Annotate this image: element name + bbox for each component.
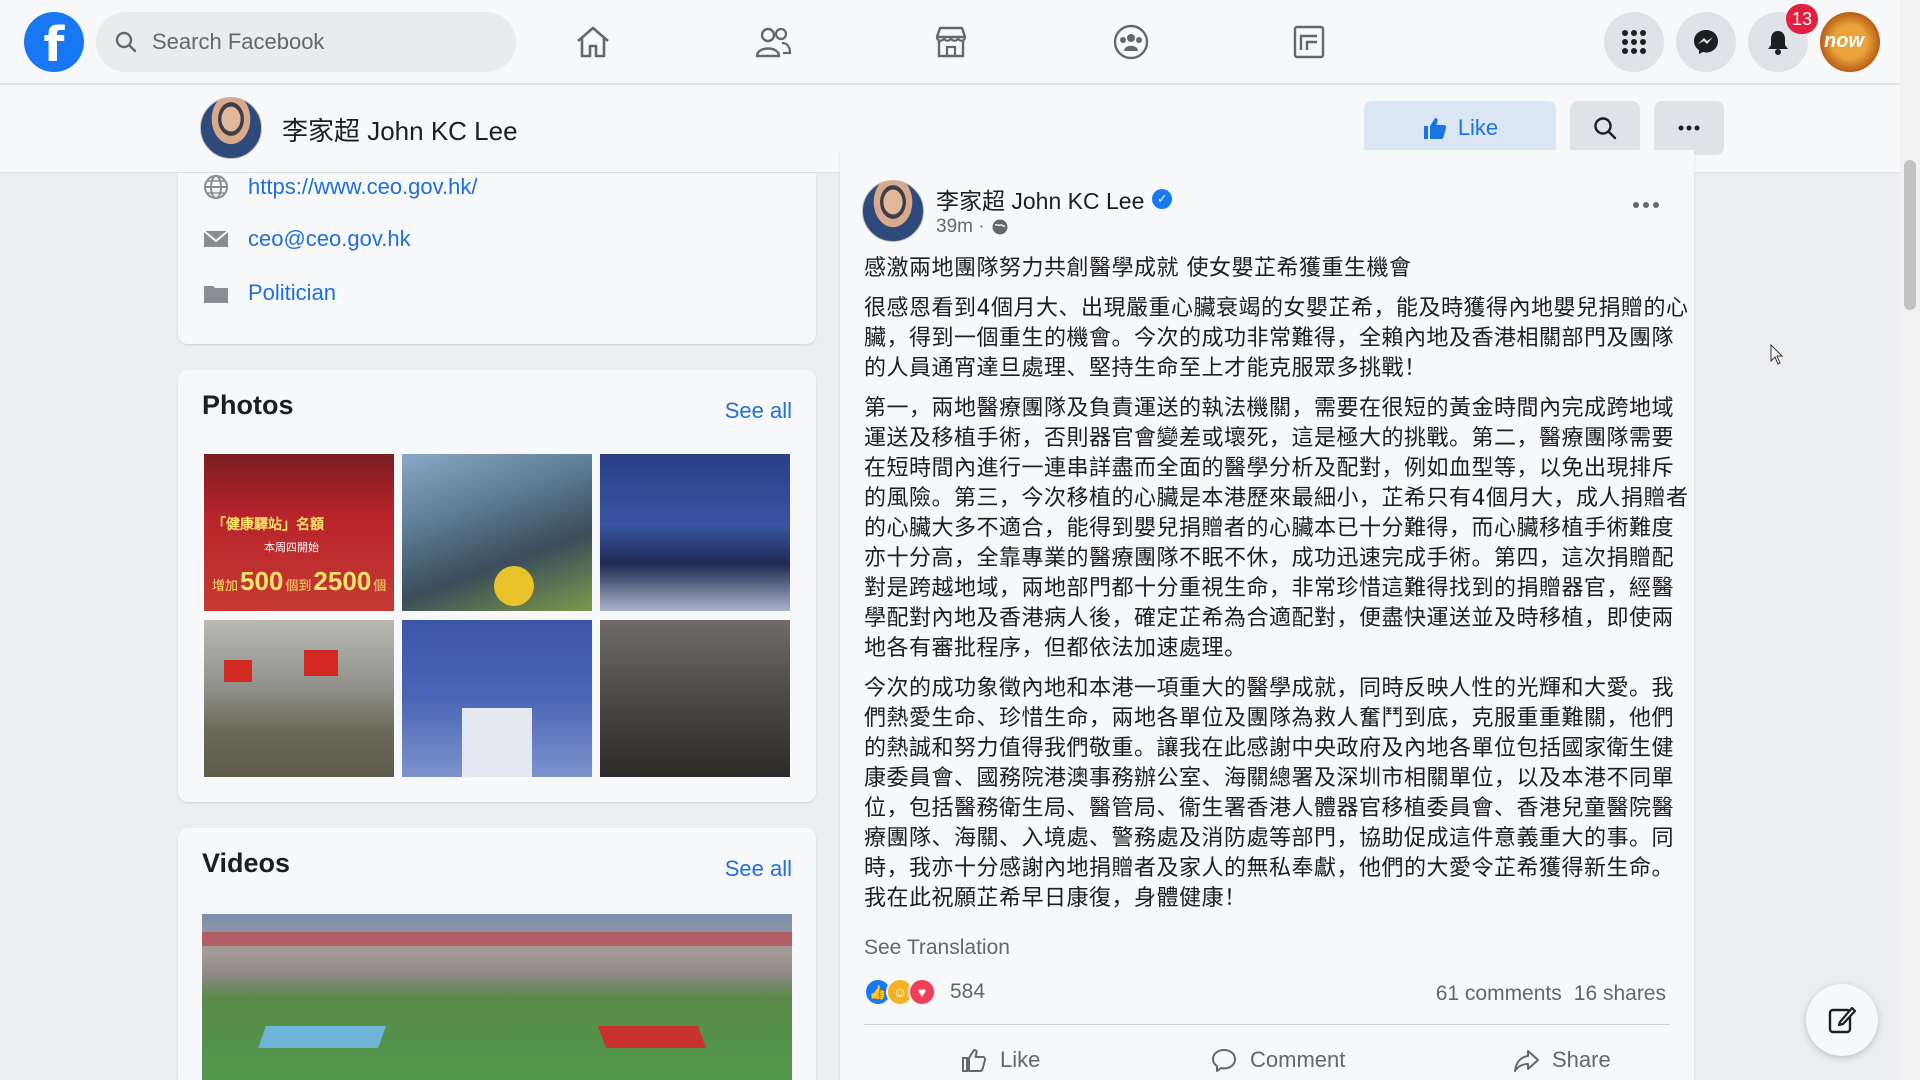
post-divider bbox=[864, 1024, 1670, 1025]
love-reaction-icon: ♥ bbox=[908, 978, 936, 1006]
photos-card: Photos See all 「健康驛站」名額 本周四開始 增加 500 個到 … bbox=[178, 370, 816, 802]
comment-icon bbox=[1212, 1049, 1236, 1072]
facebook-logo-icon[interactable]: f bbox=[24, 12, 84, 72]
thumbs-up-icon bbox=[1423, 118, 1446, 139]
website-row: https://www.ceo.gov.hk/ bbox=[202, 173, 477, 201]
share-icon bbox=[1514, 1050, 1539, 1072]
reaction-count: 584 bbox=[950, 980, 986, 1003]
post-meta: 39m · bbox=[936, 216, 1009, 238]
email-row: ceo@ceo.gov.hk bbox=[202, 225, 411, 253]
post-like-button[interactable]: Like bbox=[960, 1046, 1040, 1074]
videos-title: Videos bbox=[202, 848, 291, 878]
page-name[interactable]: 李家超 John KC Lee bbox=[282, 111, 518, 148]
post-share-button[interactable]: Share bbox=[1512, 1046, 1611, 1074]
like-page-button[interactable]: Like bbox=[1364, 101, 1556, 155]
menu-grid-icon[interactable] bbox=[1604, 12, 1664, 72]
search-box[interactable] bbox=[96, 12, 516, 72]
photo-thumbnail[interactable] bbox=[600, 620, 790, 777]
post-paragraph: 感激兩地團隊努力共創醫學成就 使女嬰芷希獲重生機會 bbox=[864, 256, 1412, 281]
category-link[interactable]: Politician bbox=[248, 280, 336, 306]
post-paragraph: 很感恩看到4個月大、出現嚴重心臟衰竭的女嬰芷希，能及時獲得內地嬰兒捐贈的心臟，得… bbox=[864, 296, 1689, 381]
post-like-label: Like bbox=[1000, 1047, 1041, 1072]
photo-thumbnail[interactable] bbox=[402, 620, 592, 777]
photo-thumbnail[interactable]: 「健康驛站」名額 本周四開始 增加 500 個到 2500 個 bbox=[204, 454, 394, 611]
post-body: 感激兩地團隊努力共創醫學成就 使女嬰芷希獲重生機會 很感恩看到4個月大、出現嚴重… bbox=[864, 254, 1690, 924]
globe-icon bbox=[992, 219, 1008, 235]
marketplace-icon[interactable] bbox=[924, 16, 978, 68]
thumbs-up-icon bbox=[962, 1049, 987, 1072]
category-row: Politician bbox=[202, 279, 336, 307]
post-timestamp[interactable]: 39m · bbox=[936, 216, 985, 238]
photo-thumbnail[interactable] bbox=[600, 454, 790, 611]
page-more-button[interactable] bbox=[1654, 101, 1724, 155]
photo-thumbnail[interactable] bbox=[402, 454, 592, 611]
post-author-avatar[interactable] bbox=[862, 180, 924, 242]
comments-count-link[interactable]: 61 comments bbox=[1436, 982, 1562, 1006]
page-scrollbar[interactable] bbox=[1900, 0, 1920, 1080]
home-icon[interactable] bbox=[566, 16, 620, 68]
reactions-summary[interactable]: 👍 ☺ ♥ 584 bbox=[864, 978, 985, 1006]
photos-title: Photos bbox=[202, 390, 294, 420]
videos-card: Videos See all bbox=[178, 828, 816, 1080]
post-comment-button[interactable]: Comment bbox=[1210, 1046, 1345, 1074]
video-thumbnail[interactable] bbox=[202, 914, 792, 1080]
page-search-button[interactable] bbox=[1570, 101, 1640, 155]
see-translation-link[interactable]: See Translation bbox=[864, 936, 1010, 960]
notification-count-badge: 13 bbox=[1786, 4, 1819, 34]
post-card: 李家超 John KC Lee ✓ 39m · 感激兩地團隊努力共創醫學成就 使… bbox=[840, 150, 1694, 1080]
page-avatar[interactable] bbox=[200, 97, 262, 159]
intro-card: https://www.ceo.gov.hk/ ceo@ceo.gov.hk P… bbox=[178, 173, 816, 344]
verified-badge-icon: ✓ bbox=[1152, 189, 1173, 209]
top-navigation-bar: f 13 now bbox=[0, 0, 1900, 84]
folder-icon bbox=[204, 286, 228, 303]
compose-icon bbox=[1828, 1006, 1857, 1034]
post-author-name[interactable]: 李家超 John KC Lee bbox=[936, 182, 1144, 216]
mouse-cursor-icon bbox=[1770, 344, 1784, 365]
search-icon bbox=[1594, 117, 1617, 140]
post-share-label: Share bbox=[1552, 1047, 1611, 1072]
scrollbar-thumb[interactable] bbox=[1904, 160, 1916, 310]
email-link[interactable]: ceo@ceo.gov.hk bbox=[248, 226, 411, 252]
website-link[interactable]: https://www.ceo.gov.hk/ bbox=[248, 174, 477, 200]
search-icon bbox=[115, 31, 137, 53]
photo-thumbnail[interactable] bbox=[204, 620, 394, 777]
globe-icon bbox=[204, 175, 228, 199]
post-stats: 61 comments 16 shares bbox=[1436, 982, 1666, 1006]
new-message-button[interactable] bbox=[1806, 984, 1878, 1056]
post-comment-label: Comment bbox=[1250, 1047, 1346, 1072]
videos-see-all-link[interactable]: See all bbox=[725, 856, 792, 882]
like-page-label: Like bbox=[1457, 115, 1499, 140]
post-options-icon[interactable] bbox=[1626, 190, 1666, 220]
search-input[interactable] bbox=[152, 29, 472, 55]
photos-see-all-link[interactable]: See all bbox=[725, 398, 792, 424]
post-author-row: 李家超 John KC Lee ✓ bbox=[936, 182, 1173, 216]
friends-icon[interactable] bbox=[746, 16, 800, 68]
post-paragraph: 今次的成功象徵內地和本港一項重大的醫學成就，同時反映人性的光輝和大愛。我們熱愛生… bbox=[864, 676, 1675, 911]
messenger-icon[interactable] bbox=[1676, 12, 1736, 72]
account-avatar[interactable]: now bbox=[1820, 12, 1880, 72]
shares-count-link[interactable]: 16 shares bbox=[1574, 982, 1666, 1006]
groups-icon[interactable] bbox=[1104, 16, 1158, 68]
post-paragraph: 第一，兩地醫療團隊及負責運送的執法機關，需要在很短的黃金時間內完成跨地域運送及移… bbox=[864, 396, 1689, 661]
envelope-icon bbox=[203, 230, 229, 247]
gaming-icon[interactable] bbox=[1282, 16, 1336, 68]
more-horizontal-icon bbox=[1678, 125, 1700, 131]
